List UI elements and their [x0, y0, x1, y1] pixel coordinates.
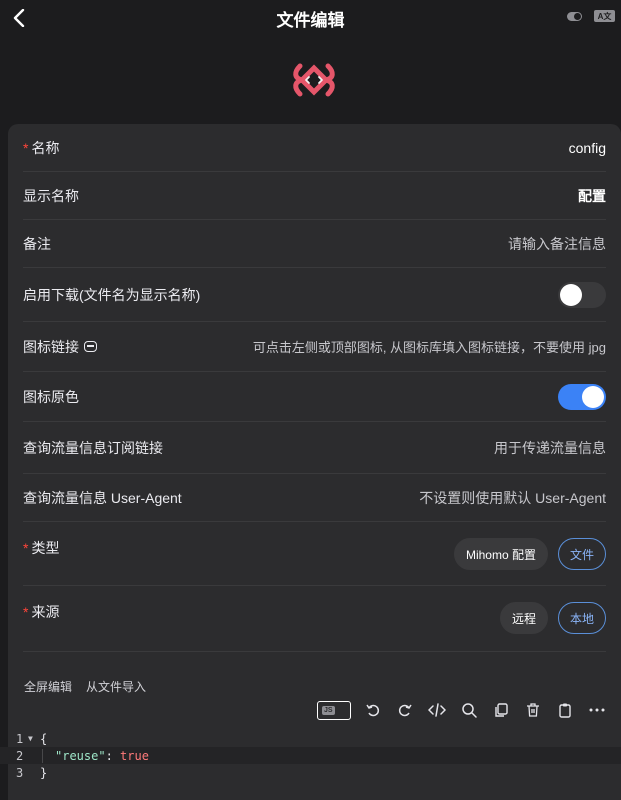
code-line: 3 }: [0, 764, 621, 781]
type-option-mihomo[interactable]: Mihomo 配置: [453, 538, 548, 570]
type-row: * 类型 Mihomo 配置 文件: [23, 522, 606, 586]
code-line: 2 "reuse": true: [0, 747, 621, 764]
required-mark: *: [23, 139, 29, 156]
editor-actions: 全屏编辑 从文件导入: [24, 678, 146, 695]
page-title: 文件编辑: [276, 10, 345, 30]
file-logo-icon[interactable]: [292, 58, 336, 102]
traffic-sub-link-label: 查询流量信息订阅链接: [23, 439, 163, 456]
type-options: Mihomo 配置 文件: [453, 538, 606, 570]
import-from-file-link[interactable]: 从文件导入: [86, 678, 146, 695]
editor-toolbar: JS: [317, 700, 607, 720]
remark-input[interactable]: 请输入备注信息: [508, 234, 606, 254]
code-line: 1 ▼ {: [0, 730, 621, 747]
source-options: 远程 本地: [499, 602, 606, 634]
undo-icon[interactable]: [363, 700, 383, 720]
traffic-sub-link-row[interactable]: 查询流量信息订阅链接 用于传递流量信息: [23, 422, 606, 474]
icon-link-label: 图标链接: [23, 338, 79, 355]
back-icon[interactable]: [8, 7, 30, 29]
traffic-sub-link-input[interactable]: 用于传递流量信息: [494, 438, 606, 458]
toggle-theme-icon[interactable]: [567, 11, 582, 21]
remark-label: 备注: [23, 235, 51, 252]
enable-download-label: 启用下载(文件名为显示名称): [23, 286, 201, 303]
code-editor[interactable]: 1 ▼ { 2 "reuse": true 3 }: [0, 730, 621, 781]
name-label: 名称: [31, 139, 60, 156]
name-row[interactable]: * 名称 config: [23, 124, 606, 172]
delete-icon[interactable]: [523, 700, 543, 720]
source-option-remote[interactable]: 远程: [499, 602, 548, 634]
code-icon[interactable]: [427, 700, 447, 720]
icon-original-color-toggle[interactable]: [558, 383, 606, 410]
source-row: * 来源 远程 本地: [23, 586, 606, 652]
line-number: 2: [16, 748, 24, 763]
traffic-user-agent-input[interactable]: 不设置则使用默认 User-Agent: [419, 488, 606, 508]
paste-icon[interactable]: [555, 700, 575, 720]
remark-row[interactable]: 备注 请输入备注信息: [23, 220, 606, 268]
enable-download-row: 启用下载(文件名为显示名称): [23, 268, 606, 322]
icon-original-color-row: 图标原色: [23, 372, 606, 422]
search-icon[interactable]: [459, 700, 479, 720]
translate-icon[interactable]: A文: [594, 10, 615, 22]
display-name-row[interactable]: 显示名称 配置: [23, 172, 606, 220]
name-input[interactable]: config: [569, 140, 606, 156]
required-mark: *: [23, 604, 29, 620]
line-number: 3: [16, 765, 24, 780]
line-number: 1: [16, 731, 24, 746]
more-icon[interactable]: [587, 700, 607, 720]
form-card: * 名称 config 显示名称 配置 备注 请输入备注信息 启用下载(文件名为显…: [8, 124, 621, 800]
traffic-user-agent-row[interactable]: 查询流量信息 User-Agent 不设置则使用默认 User-Agent: [23, 474, 606, 522]
js-format-icon[interactable]: JS: [317, 700, 351, 720]
redo-icon[interactable]: [395, 700, 415, 720]
type-label: 类型: [31, 540, 60, 556]
traffic-user-agent-label: 查询流量信息 User-Agent: [23, 489, 182, 506]
top-bar: 文件编辑 A文: [0, 0, 621, 36]
icon-link-input[interactable]: 可点击左侧或顶部图标, 从图标库填入图标链接，不要使用 jpg: [253, 337, 606, 356]
source-option-local[interactable]: 本地: [557, 602, 606, 634]
copy-icon[interactable]: [491, 700, 511, 720]
required-mark: *: [23, 540, 29, 556]
display-name-input[interactable]: 配置: [578, 186, 606, 206]
source-label: 来源: [31, 604, 60, 620]
enable-download-toggle[interactable]: [558, 281, 606, 308]
icon-link-row[interactable]: 图标链接 可点击左侧或顶部图标, 从图标库填入图标链接，不要使用 jpg: [23, 322, 606, 372]
type-option-file[interactable]: 文件: [557, 538, 606, 570]
icon-library-icon[interactable]: [84, 341, 97, 352]
fold-chevron-icon[interactable]: ▼: [28, 734, 40, 743]
fullscreen-edit-link[interactable]: 全屏编辑: [24, 678, 72, 695]
icon-original-color-label: 图标原色: [23, 388, 79, 405]
display-name-label: 显示名称: [23, 187, 79, 204]
